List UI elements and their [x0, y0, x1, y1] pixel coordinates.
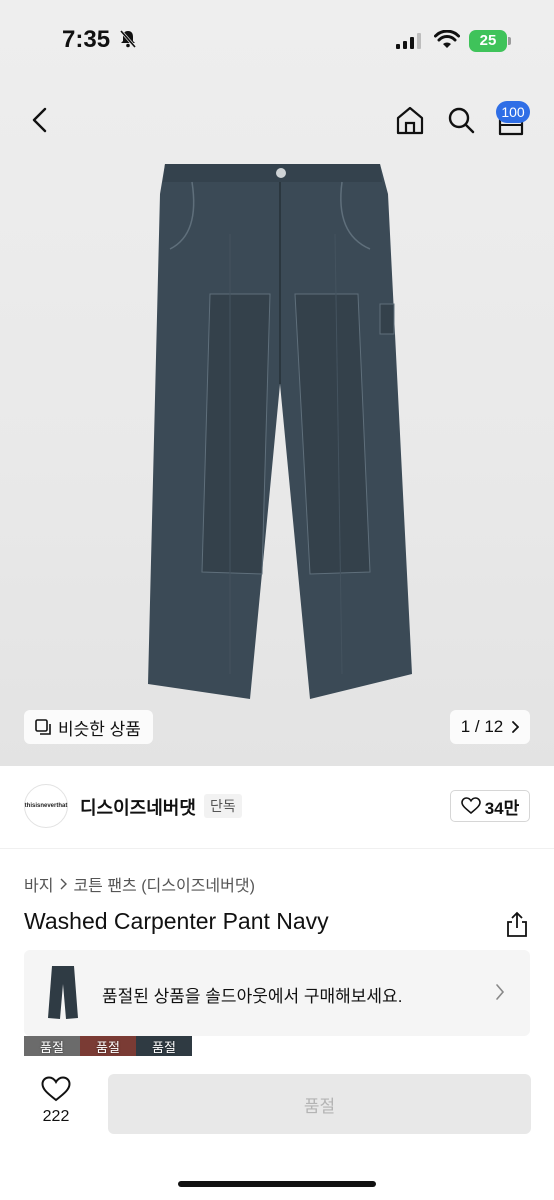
brand-logo[interactable]: thisisneverthat: [24, 784, 68, 828]
chevron-right-icon: [60, 878, 68, 890]
product-image-gallery[interactable]: 7:35 25 100 비슷한 상품 1 / 12: [0, 0, 554, 766]
wish-count: 222: [42, 1108, 70, 1125]
share-icon: [507, 911, 527, 937]
breadcrumb: 바지 코튼 팬츠 (디스이즈네버댓): [24, 872, 255, 896]
heart-icon: [41, 1076, 71, 1102]
brand-name[interactable]: 디스이즈네버댓: [80, 794, 196, 820]
color-swatch[interactable]: 품절: [80, 1036, 136, 1056]
share-button[interactable]: [504, 910, 530, 938]
home-icon: [396, 106, 424, 135]
battery-indicator: 25: [469, 30, 507, 52]
signal-icon: [396, 33, 422, 54]
cart-count-badge: 100: [496, 101, 530, 123]
heart-icon: [460, 797, 481, 815]
swatch-soldout-label: 품절: [40, 1039, 64, 1055]
search-icon: [448, 107, 475, 134]
similar-products-label: 비슷한 상품: [58, 719, 141, 739]
soldout-card-text: 품절된 상품을 솔드아웃에서 구매해보세요.: [102, 987, 403, 1006]
buy-button[interactable]: 품절: [108, 1074, 531, 1134]
divider: [0, 848, 554, 849]
exclusive-badge: 단독: [204, 794, 242, 818]
silent-bell-icon: [118, 29, 138, 54]
brand-logo-text: thisisneverthat: [24, 803, 68, 809]
product-title: Washed Carpenter Pant Navy: [24, 908, 329, 934]
swatch-soldout-label: 품절: [96, 1039, 120, 1055]
color-swatch[interactable]: 품절: [136, 1036, 192, 1056]
color-swatches: 품절 품절 품절: [24, 1036, 192, 1056]
copy-icon: [35, 719, 51, 735]
wish-button[interactable]: 222: [34, 1076, 78, 1126]
search-button[interactable]: [443, 102, 479, 138]
color-swatch[interactable]: 품절: [24, 1036, 80, 1056]
chevron-left-icon: [32, 107, 47, 133]
soldout-redirect-card[interactable]: 품절된 상품을 솔드아웃에서 구매해보세요.: [24, 950, 530, 1036]
chevron-right-icon: [512, 721, 520, 733]
brand-like-button[interactable]: 34만: [450, 790, 530, 822]
back-button[interactable]: [24, 104, 56, 136]
product-pant-image: [148, 164, 412, 699]
status-time: 7:35: [62, 26, 111, 53]
home-indicator: [178, 1181, 376, 1187]
swatch-soldout-label: 품절: [152, 1039, 176, 1055]
breadcrumb-subcategory[interactable]: 코튼 팬츠 (디스이즈네버댓): [73, 872, 254, 896]
page-indicator: 1 / 12: [460, 717, 504, 736]
chevron-right-icon: [496, 984, 505, 1000]
brand-row: thisisneverthat 디스이즈네버댓 단독 34만: [0, 776, 554, 838]
battery-cap: [508, 37, 511, 45]
status-bar: 7:35 25: [0, 0, 554, 84]
image-pager[interactable]: 1 / 12: [450, 710, 530, 744]
similar-products-button[interactable]: 비슷한 상품: [24, 710, 153, 744]
breadcrumb-category[interactable]: 바지: [24, 872, 53, 896]
soldout-product-thumbnail: [48, 966, 78, 1019]
brand-like-count: 34만: [484, 798, 520, 818]
home-button[interactable]: [392, 102, 428, 138]
wifi-icon: [434, 29, 460, 55]
